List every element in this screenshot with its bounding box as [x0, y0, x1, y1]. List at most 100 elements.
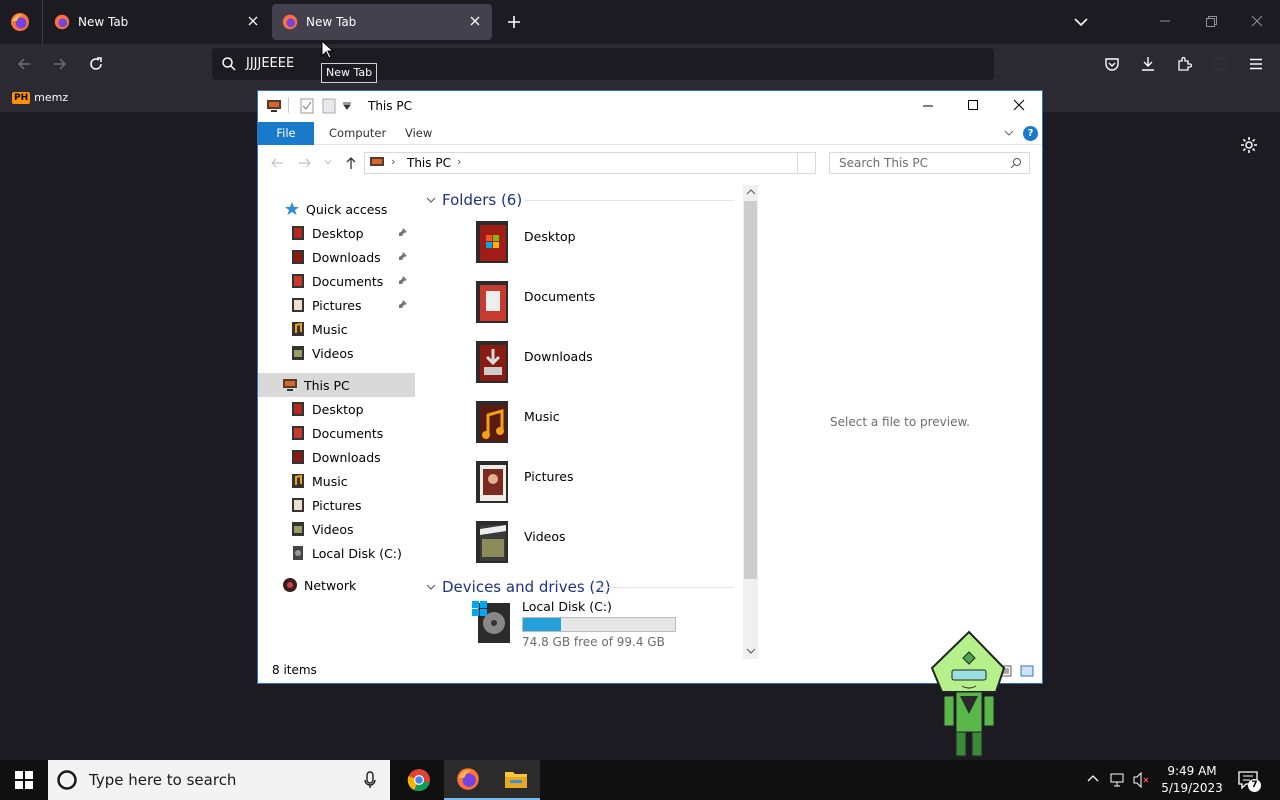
nav-qa-documents[interactable]: Documents: [258, 269, 416, 293]
notification-center-icon[interactable]: 7: [1238, 771, 1261, 792]
nav-pc-pictures[interactable]: Pictures: [258, 493, 416, 517]
nav-qa-pictures[interactable]: Pictures: [258, 293, 416, 317]
expand-ribbon-chevron-icon[interactable]: [1004, 129, 1014, 137]
back-arrow-icon[interactable]: [270, 156, 284, 170]
help-icon[interactable]: ?: [1023, 126, 1038, 141]
nav-qa-downloads[interactable]: Downloads: [258, 245, 416, 269]
microphone-icon[interactable]: [364, 771, 376, 789]
customize-qat-chevron-icon[interactable]: [342, 102, 352, 110]
videos-folder-icon: [290, 345, 306, 361]
folder-name: Music: [524, 409, 560, 424]
recent-locations-chevron-icon[interactable]: [324, 159, 332, 165]
nav-qa-music[interactable]: Music: [258, 317, 416, 341]
this-pc-icon: [266, 98, 282, 114]
folder-videos[interactable]: Videos: [472, 519, 732, 575]
nav-qa-videos[interactable]: Videos: [258, 341, 416, 365]
ribbon-tabs: File Computer View ?: [258, 122, 1042, 145]
close-icon[interactable]: [1013, 99, 1025, 111]
new-tab-plus-icon[interactable]: [506, 14, 522, 30]
forward-arrow-icon[interactable]: [298, 156, 312, 170]
nav-pc-videos[interactable]: Videos: [258, 517, 416, 541]
nav-quick-access[interactable]: Quick access: [258, 197, 416, 221]
bookmark-label: memz: [34, 91, 69, 104]
hard-drive-icon: [290, 545, 306, 561]
nav-pc-documents[interactable]: Documents: [258, 421, 416, 445]
nav-label: Videos: [312, 345, 354, 361]
close-tab-icon[interactable]: [246, 14, 260, 28]
nav-pc-music[interactable]: Music: [258, 469, 416, 493]
breadcrumb-chevron-icon[interactable]: ›: [457, 155, 461, 168]
content-pane: Folders (6) Desktop Documents Downloads …: [424, 185, 744, 655]
hamburger-menu-icon[interactable]: [1248, 56, 1264, 72]
tab-computer[interactable]: Computer: [316, 122, 399, 145]
folder-downloads[interactable]: Downloads: [472, 339, 732, 395]
pin-icon: [398, 227, 408, 237]
new-folder-icon[interactable]: [322, 98, 336, 114]
network-status-icon[interactable]: [1110, 772, 1126, 788]
desktop-folder-icon: [290, 401, 306, 417]
firefox-icon[interactable]: [10, 12, 30, 32]
minimize-icon[interactable]: [1158, 14, 1172, 28]
nav-network[interactable]: Network: [258, 573, 416, 597]
tab-view[interactable]: View: [392, 122, 445, 145]
scroll-thumb[interactable]: [744, 201, 757, 579]
close-tab-icon[interactable]: [468, 14, 482, 28]
tab-file[interactable]: File: [258, 122, 314, 145]
properties-icon[interactable]: [300, 98, 314, 114]
back-arrow-icon[interactable]: [16, 56, 32, 72]
gear-icon[interactable]: [1239, 135, 1259, 155]
hard-drive-icon: [472, 599, 516, 645]
drive-local-disk-c[interactable]: Local Disk (C:) 74.8 GB free of 99.4 GB: [472, 599, 732, 653]
bookmark-item[interactable]: PH memz: [12, 91, 68, 104]
forward-arrow-icon[interactable]: [52, 56, 68, 72]
search-input[interactable]: Search This PC: [829, 152, 1030, 174]
nav-pc-downloads[interactable]: Downloads: [258, 445, 416, 469]
reload-icon[interactable]: [88, 56, 104, 72]
restore-icon[interactable]: [1204, 14, 1218, 28]
tab-new-tab-2[interactable]: New Tab: [272, 4, 492, 40]
devices-group-header[interactable]: Devices and drives (2): [424, 577, 734, 597]
minimize-icon[interactable]: [922, 100, 934, 112]
vertical-scrollbar[interactable]: [743, 185, 758, 659]
url-text[interactable]: JJJJEEEE: [246, 56, 294, 71]
nav-label: Pictures: [312, 497, 362, 513]
folder-pictures[interactable]: Pictures: [472, 459, 732, 515]
taskbar-clock[interactable]: 9:49 AM 5/19/2023: [1150, 763, 1234, 797]
nav-qa-desktop[interactable]: Desktop: [258, 221, 416, 245]
pocket-icon[interactable]: [1104, 56, 1120, 72]
scroll-down-icon[interactable]: [746, 647, 756, 655]
extensions-puzzle-icon[interactable]: [1177, 56, 1193, 72]
pictures-folder-icon: [290, 497, 306, 513]
volume-muted-icon[interactable]: [1133, 772, 1151, 788]
up-arrow-icon[interactable]: [344, 156, 358, 170]
breadcrumb-this-pc[interactable]: This PC: [407, 156, 451, 170]
show-hidden-icons-chevron-icon[interactable]: [1087, 773, 1099, 783]
star-icon: [284, 201, 300, 217]
nav-label: Downloads: [312, 249, 381, 265]
maximize-icon[interactable]: [967, 99, 979, 111]
folder-desktop[interactable]: Desktop: [472, 219, 732, 275]
windows-start-icon[interactable]: [0, 760, 48, 800]
taskbar-search-box[interactable]: Type here to search: [48, 760, 390, 800]
folders-group-header[interactable]: Folders (6): [424, 190, 734, 210]
tab-new-tab-1[interactable]: New Tab: [44, 4, 270, 40]
drive-usage-bar: [522, 617, 676, 632]
folder-music[interactable]: Music: [472, 399, 732, 455]
nav-pc-desktop[interactable]: Desktop: [258, 397, 416, 421]
taskbar-firefox-icon[interactable]: [444, 760, 492, 800]
clock-time: 9:49 AM: [1167, 764, 1217, 778]
nav-this-pc[interactable]: This PC: [258, 373, 415, 397]
account-icon[interactable]: [1212, 56, 1228, 72]
downloads-icon[interactable]: [1140, 56, 1156, 72]
large-icons-view-icon[interactable]: [1020, 665, 1034, 677]
tab-tooltip: New Tab: [321, 63, 378, 83]
scroll-up-icon[interactable]: [746, 188, 756, 196]
close-window-icon[interactable]: [1250, 14, 1264, 28]
address-bar[interactable]: › This PC ›: [364, 152, 816, 174]
nav-pc-local-disk[interactable]: Local Disk (C:): [258, 541, 416, 565]
list-all-tabs-chevron-icon[interactable]: [1073, 14, 1089, 30]
taskbar-file-explorer-icon[interactable]: [492, 760, 540, 800]
folder-name: Videos: [524, 529, 566, 544]
folder-documents[interactable]: Documents: [472, 279, 732, 335]
chrome-icon[interactable]: [395, 760, 443, 800]
